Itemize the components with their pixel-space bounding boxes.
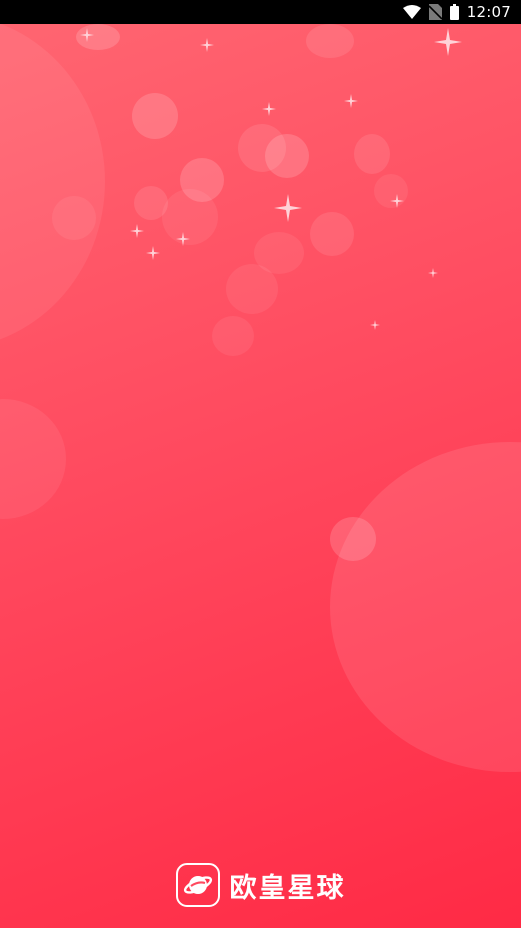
status-bar: 12:07 (0, 0, 521, 24)
sparkle-icon (262, 102, 276, 116)
bokeh-dot (265, 134, 309, 178)
bokeh-dot (212, 316, 254, 356)
brand-name: 欧皇星球 (229, 872, 346, 904)
sparkle-icon (434, 28, 462, 56)
no-sim-icon (428, 4, 442, 20)
bokeh-dot (162, 189, 218, 245)
bokeh-dot (354, 134, 390, 174)
bokeh-dot (226, 264, 278, 314)
planet-logo-icon (175, 863, 220, 907)
decor-circle-large-right (330, 442, 521, 772)
sparkle-icon (176, 232, 190, 246)
bokeh-dot (132, 93, 178, 139)
bokeh-dot (52, 196, 96, 240)
sparkle-icon (80, 28, 94, 42)
brand-lockup: 欧皇星球 (0, 860, 521, 910)
sparkle-icon (274, 194, 302, 222)
sparkle-icon (146, 246, 160, 260)
wifi-icon (402, 5, 421, 19)
bokeh-dot (330, 517, 376, 561)
bokeh-dot (306, 24, 354, 58)
sparkle-icon (200, 38, 214, 52)
battery-icon (449, 4, 459, 20)
decor-circle-large-left (0, 24, 105, 349)
sparkle-icon (344, 94, 358, 108)
decor-circle-mid-left (0, 399, 66, 519)
bokeh-dot (310, 212, 354, 256)
splash-background (0, 24, 521, 930)
sparkle-icon (390, 194, 404, 208)
app-screen: 12:07 欧皇星球 (0, 0, 521, 930)
status-time: 12:07 (466, 3, 511, 21)
sparkle-icon (370, 320, 380, 330)
status-icons: 12:07 (402, 0, 511, 24)
sparkle-icon (130, 224, 144, 238)
sparkle-icon (428, 268, 438, 278)
